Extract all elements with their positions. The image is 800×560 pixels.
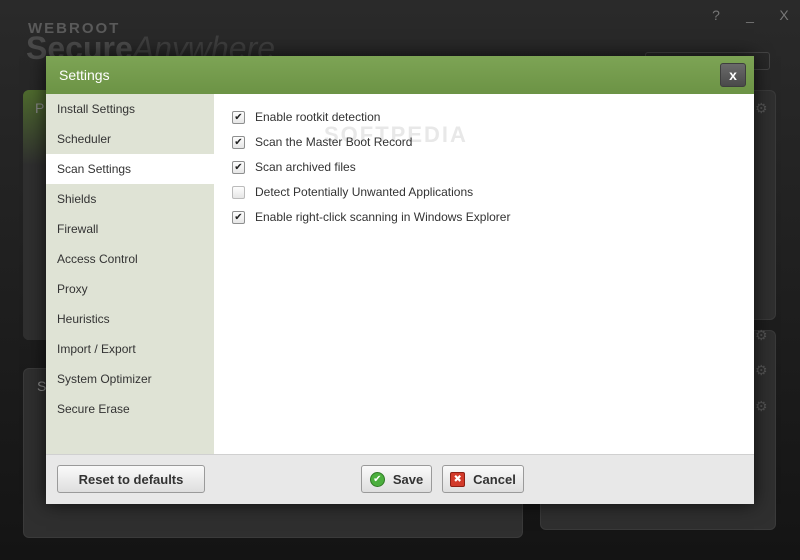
option-label: Scan the Master Boot Record: [255, 135, 413, 149]
dialog-title: Settings: [59, 67, 110, 83]
sidebar-item-firewall[interactable]: Firewall: [46, 214, 214, 244]
dialog-titlebar: Settings x: [46, 56, 754, 94]
dialog-close-button[interactable]: x: [720, 63, 746, 87]
gear-icon[interactable]: ⚙: [755, 100, 768, 117]
sidebar-item-scan-settings[interactable]: Scan Settings: [46, 154, 214, 184]
minimize-button[interactable]: _: [736, 4, 764, 26]
checkmark-icon: ✔: [234, 111, 243, 123]
checkmark-icon: ✔: [234, 136, 243, 148]
scan-settings-panel: SOFTPEDIA ✔ Enable rootkit detection ✔ S…: [214, 94, 754, 454]
gear-icon[interactable]: ⚙: [755, 398, 768, 415]
sidebar-item-proxy[interactable]: Proxy: [46, 274, 214, 304]
rootkit-detection-checkbox[interactable]: ✔: [232, 110, 245, 124]
app-close-button[interactable]: X: [770, 4, 798, 26]
reset-to-defaults-button[interactable]: Reset to defaults: [57, 465, 205, 493]
gear-icon[interactable]: ⚙: [755, 362, 768, 379]
checkmark-icon: ✔: [234, 211, 243, 223]
master-boot-record-checkbox[interactable]: ✔: [232, 135, 245, 149]
option-label: Scan archived files: [255, 160, 356, 174]
sidebar-item-scheduler[interactable]: Scheduler: [46, 124, 214, 154]
option-master-boot-record[interactable]: ✔ Scan the Master Boot Record: [232, 133, 412, 151]
settings-sidebar: Install Settings Scheduler Scan Settings…: [46, 94, 214, 454]
sidebar-item-install-settings[interactable]: Install Settings: [46, 94, 214, 124]
sidebar-item-system-optimizer[interactable]: System Optimizer: [46, 364, 214, 394]
scan-archived-files-checkbox[interactable]: ✔: [232, 160, 245, 174]
help-button[interactable]: ?: [702, 4, 730, 26]
sidebar-item-import-export[interactable]: Import / Export: [46, 334, 214, 364]
detect-pua-checkbox[interactable]: [232, 185, 245, 199]
cancel-button[interactable]: ✖ Cancel: [442, 465, 524, 493]
option-right-click-scanning[interactable]: ✔ Enable right-click scanning in Windows…: [232, 208, 510, 226]
sidebar-item-access-control[interactable]: Access Control: [46, 244, 214, 274]
sidebar-item-shields[interactable]: Shields: [46, 184, 214, 214]
option-rootkit-detection[interactable]: ✔ Enable rootkit detection: [232, 108, 380, 126]
option-label: Detect Potentially Unwanted Applications: [255, 185, 474, 199]
save-check-icon: ✔: [369, 471, 385, 487]
option-label: Enable rootkit detection: [255, 110, 381, 124]
sidebar-item-heuristics[interactable]: Heuristics: [46, 304, 214, 334]
cancel-button-label: Cancel: [473, 471, 516, 487]
checkmark-icon: ✔: [234, 161, 243, 173]
option-label: Enable right-click scanning in Windows E…: [255, 210, 511, 224]
option-detect-pua[interactable]: Detect Potentially Unwanted Applications: [232, 183, 473, 201]
background-panel-label-2: S: [37, 378, 47, 394]
background-panel-label: P: [35, 100, 45, 116]
sidebar-item-secure-erase[interactable]: Secure Erase: [46, 394, 214, 424]
right-click-scanning-checkbox[interactable]: ✔: [232, 210, 245, 224]
save-button-label: Save: [392, 471, 424, 487]
cancel-x-icon: ✖: [450, 471, 466, 487]
reset-button-label: Reset to defaults: [78, 471, 184, 487]
dialog-footer: Reset to defaults ✔ Save ✖ Cancel: [46, 454, 754, 504]
settings-dialog: Settings x Install Settings Scheduler Sc…: [46, 56, 754, 504]
option-scan-archived-files[interactable]: ✔ Scan archived files: [232, 158, 356, 176]
save-button[interactable]: ✔ Save: [361, 465, 432, 493]
gear-icon[interactable]: ⚙: [755, 327, 768, 344]
